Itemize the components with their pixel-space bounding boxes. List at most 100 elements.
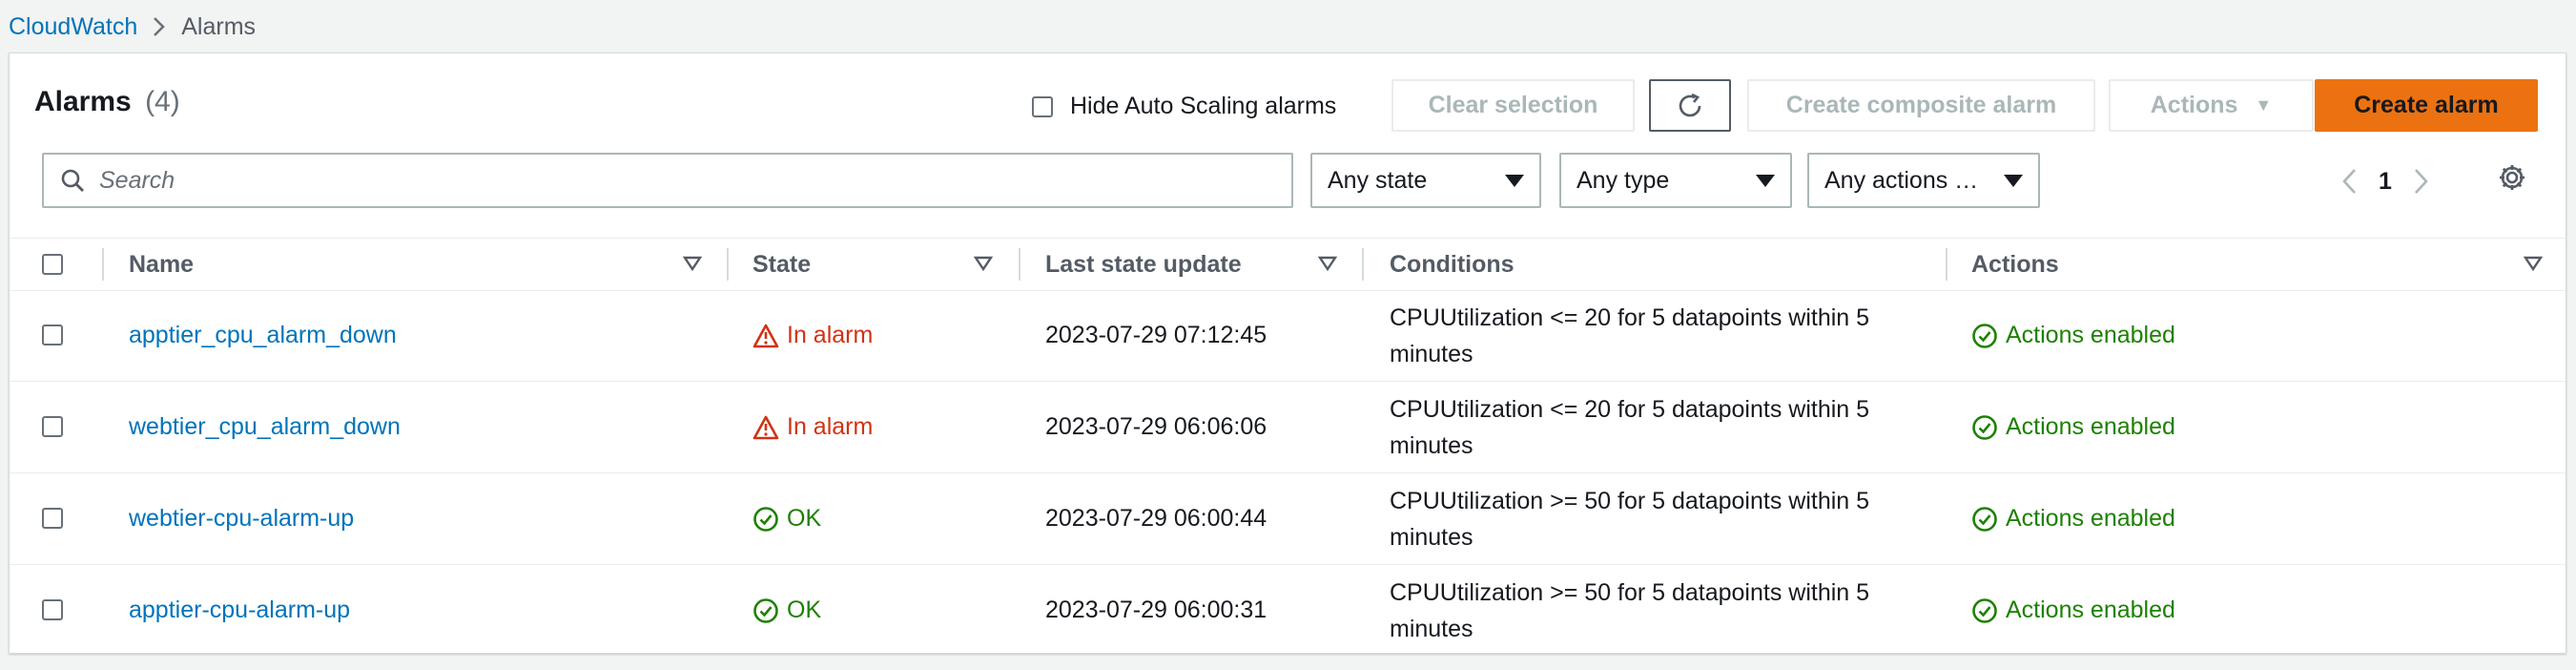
state-cell: OK [752,473,821,564]
search-field[interactable]: Search [42,153,1293,208]
alarm-name-link[interactable]: webtier-cpu-alarm-up [129,473,354,564]
caret-down-icon: ▼ [2255,95,2273,115]
pagination: 1 [2339,160,2432,202]
page-title: Alarms (4) [34,86,180,118]
previous-page-icon[interactable] [2339,167,2361,196]
check-circle-icon [1972,323,1997,348]
sort-icon[interactable] [2524,255,2543,272]
condition-line: CPUUtilization <= 20 for 5 datapoints wi… [1390,304,1870,331]
select-all-checkbox[interactable] [42,254,63,275]
last-update-cell: 2023-07-29 06:00:31 [1045,597,1267,623]
hide-autoscaling-toggle[interactable]: Hide Auto Scaling alarms [1032,93,1336,120]
check-circle-icon [1972,597,1997,623]
state-filter-select[interactable]: Any state [1310,153,1541,208]
search-input[interactable]: Search [99,167,175,195]
column-header-conditions: Conditions [1390,250,1515,278]
last-update-cell: 2023-07-29 06:06:06 [1045,413,1267,440]
row-checkbox[interactable] [42,599,63,620]
create-alarm-button[interactable]: Create alarm [2315,79,2538,132]
warning-icon [752,324,779,347]
last-update-cell: 2023-07-29 06:00:44 [1045,505,1267,532]
caret-down-icon [1756,174,1775,187]
breadcrumb-cloudwatch-link[interactable]: CloudWatch [9,13,137,41]
condition-cell: CPUUtilization <= 20 for 5 datapoints wi… [1390,300,1924,372]
actions-status-label: Actions enabled [2006,597,2175,623]
actions-status-cell: Actions enabled [1971,290,2175,381]
alarm-name-link[interactable]: webtier_cpu_alarm_down [129,382,401,472]
condition-cell: CPUUtilization >= 50 for 5 datapoints wi… [1390,483,1924,555]
sort-icon[interactable] [974,255,993,272]
row-checkbox[interactable] [42,508,63,529]
actions-dropdown-button[interactable]: Actions ▼ [2109,79,2314,132]
caret-down-icon [2004,174,2023,187]
condition-line: CPUUtilization >= 50 for 5 datapoints wi… [1390,488,1870,514]
state-label: In alarm [787,413,874,440]
hide-autoscaling-label: Hide Auto Scaling alarms [1070,93,1337,119]
alarm-count: (4) [145,86,180,117]
column-header-last-update[interactable]: Last state update [1045,239,1242,290]
state-label: OK [787,505,822,532]
condition-line: minutes [1390,432,1473,459]
hide-autoscaling-checkbox[interactable] [1032,95,1053,117]
next-page-icon[interactable] [2409,167,2432,196]
page-title-text: Alarms [34,86,132,117]
refresh-icon [1674,90,1706,122]
table-row[interactable]: apptier-cpu-alarm-up OK 2023-07-29 06:00… [10,565,2566,656]
type-filter-value: Any type [1577,166,1670,194]
table-row[interactable]: apptier_cpu_alarm_down In alarm 2023-07-… [10,290,2566,382]
caret-down-icon [1505,174,1524,187]
breadcrumb-current: Alarms [181,12,257,40]
state-label: In alarm [787,322,874,348]
column-divider [1946,248,1947,281]
actions-filter-select[interactable]: Any actions … [1807,153,2040,208]
row-checkbox[interactable] [42,416,63,437]
actions-status-cell: Actions enabled [1971,382,2175,472]
alarm-name-link[interactable]: apptier_cpu_alarm_down [129,290,397,381]
actions-status-label: Actions enabled [2006,505,2175,532]
column-header-state[interactable]: State [752,239,811,290]
actions-status-label: Actions enabled [2006,322,2175,348]
condition-cell: CPUUtilization >= 50 for 5 datapoints wi… [1390,575,1924,647]
table-row[interactable]: webtier-cpu-alarm-up OK 2023-07-29 06:00… [10,473,2566,565]
alarm-name-link[interactable]: apptier-cpu-alarm-up [129,565,350,656]
state-cell: OK [752,565,821,656]
sort-icon[interactable] [683,255,702,272]
check-circle-icon [753,506,778,532]
actions-status-cell: Actions enabled [1971,473,2175,564]
state-cell: In alarm [752,290,873,381]
breadcrumb: CloudWatch Alarms [9,10,256,44]
state-filter-value: Any state [1328,166,1428,194]
condition-line: CPUUtilization >= 50 for 5 datapoints wi… [1390,579,1870,606]
column-divider [727,248,729,281]
state-cell: In alarm [752,382,873,472]
actions-status-label: Actions enabled [2006,413,2175,440]
chevron-right-icon [153,16,166,37]
check-circle-icon [1972,414,1997,440]
condition-line: minutes [1390,524,1473,551]
current-page[interactable]: 1 [2379,168,2392,196]
actions-dropdown-label: Actions [2150,92,2238,118]
column-header-name[interactable]: Name [129,239,194,290]
actions-filter-value: Any actions … [1824,166,1979,194]
condition-line: minutes [1390,616,1473,642]
clear-selection-button[interactable]: Clear selection [1391,79,1635,132]
table-row[interactable]: webtier_cpu_alarm_down In alarm 2023-07-… [10,382,2566,473]
create-composite-alarm-button[interactable]: Create composite alarm [1747,79,2095,132]
state-label: OK [787,597,822,623]
type-filter-select[interactable]: Any type [1559,153,1792,208]
column-divider [102,248,104,281]
gear-icon[interactable] [2497,162,2527,193]
actions-status-cell: Actions enabled [1971,565,2175,656]
column-header-actions[interactable]: Actions [1971,239,2059,290]
column-divider [1019,248,1020,281]
column-divider [1362,248,1364,281]
check-circle-icon [1972,506,1997,532]
check-circle-icon [753,597,778,623]
search-icon [59,167,86,194]
condition-line: CPUUtilization <= 20 for 5 datapoints wi… [1390,396,1870,423]
warning-icon [752,415,779,439]
sort-icon[interactable] [1318,255,1337,272]
refresh-button[interactable] [1649,79,1731,132]
row-checkbox[interactable] [42,325,63,345]
last-update-cell: 2023-07-29 07:12:45 [1045,322,1267,348]
